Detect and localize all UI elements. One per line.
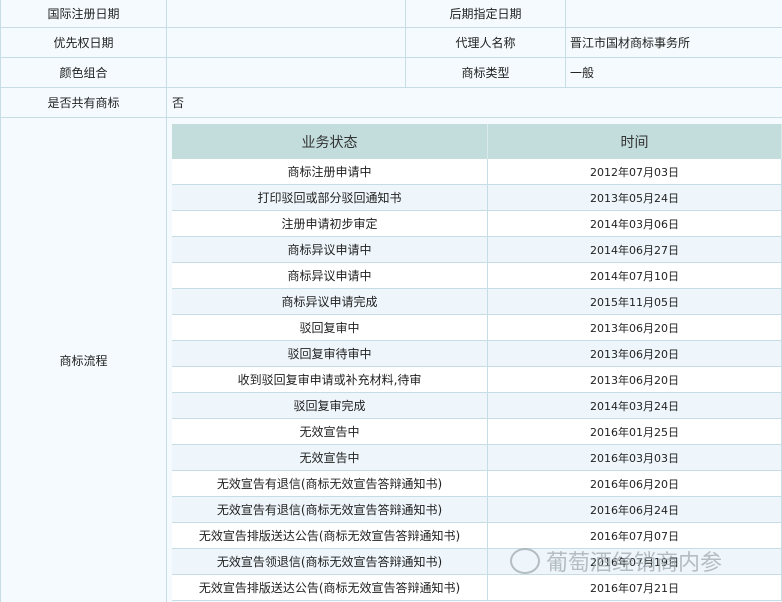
table-row: 商标异议申请中 2014年07月10日 [172, 263, 782, 289]
time-cell: 2013年06月20日 [488, 367, 782, 392]
time-cell: 2016年07月19日 [488, 549, 782, 574]
label-later-designation-date: 后期指定日期 [406, 0, 566, 27]
label-color-combo: 颜色组合 [0, 58, 167, 87]
value-later-designation-date [566, 0, 782, 27]
status-cell: 注册申请初步审定 [172, 211, 488, 236]
flow-table-header: 业务状态 时间 [172, 124, 782, 159]
status-cell: 无效宣告排版送达公告(商标无效宣告答辩通知书) [172, 575, 488, 600]
info-row: 颜色组合 商标类型 一般 [0, 58, 782, 88]
status-cell: 无效宣告有退信(商标无效宣告答辩通知书) [172, 497, 488, 522]
status-cell: 打印驳回或部分驳回通知书 [172, 185, 488, 210]
time-cell: 2016年01月25日 [488, 419, 782, 444]
time-cell: 2013年05月24日 [488, 185, 782, 210]
header-status: 业务状态 [172, 124, 488, 159]
trademark-flow-section: 商标流程 业务状态 时间 商标注册申请中 2012年07月03日 打印驳回或部分驳回… [0, 118, 782, 602]
status-cell: 驳回复审完成 [172, 393, 488, 418]
status-cell: 商标注册申请中 [172, 159, 488, 184]
label-shared-trademark: 是否共有商标 [0, 88, 167, 117]
info-row: 国际注册日期 后期指定日期 [0, 0, 782, 28]
trademark-info-table: 国际注册日期 后期指定日期 优先权日期 代理人名称 晋江市国材商标事务所 颜色组… [0, 0, 782, 118]
time-cell: 2013年06月20日 [488, 341, 782, 366]
label-agent-name: 代理人名称 [406, 28, 566, 57]
header-time: 时间 [488, 124, 782, 159]
status-cell: 商标异议申请中 [172, 237, 488, 262]
flow-table: 业务状态 时间 商标注册申请中 2012年07月03日 打印驳回或部分驳回通知书 20… [172, 124, 782, 601]
table-row: 注册申请初步审定 2014年03月06日 [172, 211, 782, 237]
status-cell: 收到驳回复审申请或补充材料,待审 [172, 367, 488, 392]
table-row: 无效宣告中 2016年03月03日 [172, 445, 782, 471]
value-agent-name: 晋江市国材商标事务所 [570, 36, 691, 50]
time-cell: 2012年07月03日 [488, 159, 782, 184]
value-intl-reg-date [167, 0, 406, 27]
table-row: 驳回复审中 2013年06月20日 [172, 315, 782, 341]
flow-label: 商标流程 [0, 118, 167, 602]
table-row: 无效宣告排版送达公告(商标无效宣告答辩通知书) 2016年07月07日 [172, 523, 782, 549]
time-cell: 2013年06月20日 [488, 315, 782, 340]
label-priority-date: 优先权日期 [0, 28, 167, 57]
time-cell: 2016年03月03日 [488, 445, 782, 470]
status-cell: 商标异议申请完成 [172, 289, 488, 314]
time-cell: 2014年03月24日 [488, 393, 782, 418]
table-row: 打印驳回或部分驳回通知书 2013年05月24日 [172, 185, 782, 211]
time-cell: 2015年11月05日 [488, 289, 782, 314]
value-trademark-type: 一般 [570, 66, 595, 80]
table-row: 驳回复审待审中 2013年06月20日 [172, 341, 782, 367]
status-cell: 无效宣告领退信(商标无效宣告答辩通知书) [172, 549, 488, 574]
label-intl-reg-date: 国际注册日期 [0, 0, 167, 27]
time-cell: 2014年03月06日 [488, 211, 782, 236]
info-row: 是否共有商标 否 [0, 88, 782, 118]
table-row: 驳回复审完成 2014年03月24日 [172, 393, 782, 419]
table-row: 无效宣告有退信(商标无效宣告答辩通知书) 2016年06月24日 [172, 497, 782, 523]
value-color-combo [167, 58, 406, 87]
value-shared-trademark: 否 [172, 96, 185, 110]
time-cell: 2014年06月27日 [488, 237, 782, 262]
status-cell: 无效宣告有退信(商标无效宣告答辩通知书) [172, 471, 488, 496]
table-row: 收到驳回复审申请或补充材料,待审 2013年06月20日 [172, 367, 782, 393]
table-row: 无效宣告排版送达公告(商标无效宣告答辩通知书) 2016年07月21日 [172, 575, 782, 601]
info-row: 优先权日期 代理人名称 晋江市国材商标事务所 [0, 28, 782, 58]
status-cell: 无效宣告中 [172, 445, 488, 470]
table-row: 无效宣告中 2016年01月25日 [172, 419, 782, 445]
table-row: 无效宣告有退信(商标无效宣告答辩通知书) 2016年06月20日 [172, 471, 782, 497]
table-row: 商标异议申请中 2014年06月27日 [172, 237, 782, 263]
time-cell: 2016年07月21日 [488, 575, 782, 600]
time-cell: 2014年07月10日 [488, 263, 782, 288]
table-row: 商标异议申请完成 2015年11月05日 [172, 289, 782, 315]
time-cell: 2016年06月24日 [488, 497, 782, 522]
status-cell: 无效宣告中 [172, 419, 488, 444]
time-cell: 2016年07月07日 [488, 523, 782, 548]
value-priority-date [167, 28, 406, 57]
table-row: 商标注册申请中 2012年07月03日 [172, 159, 782, 185]
status-cell: 驳回复审中 [172, 315, 488, 340]
status-cell: 无效宣告排版送达公告(商标无效宣告答辩通知书) [172, 523, 488, 548]
status-cell: 驳回复审待审中 [172, 341, 488, 366]
status-cell: 商标异议申请中 [172, 263, 488, 288]
table-row: 无效宣告领退信(商标无效宣告答辩通知书) 2016年07月19日 [172, 549, 782, 575]
label-trademark-type: 商标类型 [406, 58, 566, 87]
time-cell: 2016年06月20日 [488, 471, 782, 496]
